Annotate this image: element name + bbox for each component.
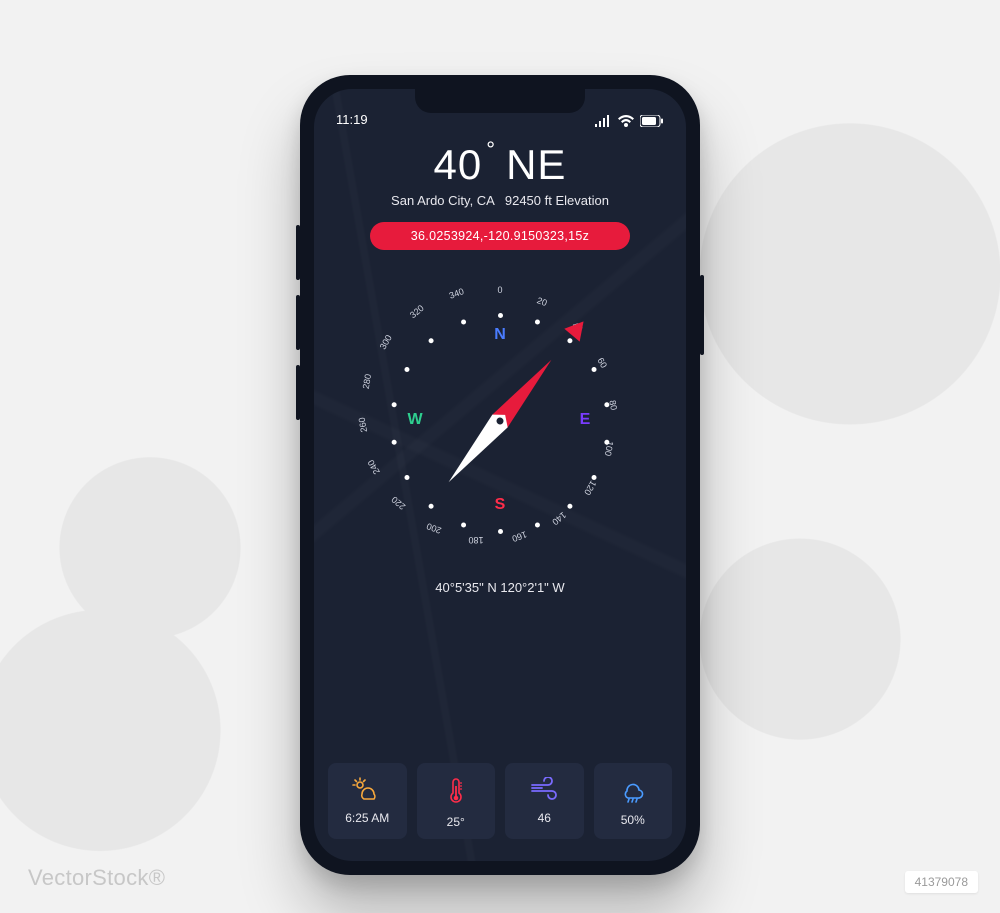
phone-frame: 11:19 40°NE San Ardo City, CA92450 ft El… — [300, 75, 700, 875]
location-elevation: 92450 ft Elevation — [505, 193, 609, 208]
wind-card[interactable]: 46 — [505, 763, 584, 839]
location-city: San Ardo City, CA — [391, 193, 495, 208]
cellular-icon — [594, 115, 612, 127]
image-id-badge: 41379078 — [905, 871, 978, 893]
app-screen: 11:19 40°NE San Ardo City, CA92450 ft El… — [314, 89, 686, 861]
thermometer-icon — [447, 777, 465, 805]
heading-direction: NE — [506, 141, 566, 189]
heading-readout: 40°NE — [434, 141, 567, 189]
rain-icon — [618, 777, 648, 803]
degree-symbol: ° — [486, 137, 496, 163]
wifi-icon — [618, 115, 634, 127]
vectorstock-watermark: VectorStock® — [28, 865, 165, 891]
phone-notch — [415, 89, 585, 113]
wind-value: 46 — [538, 811, 551, 825]
status-icons — [594, 115, 664, 127]
temperature-card[interactable]: 25° — [417, 763, 496, 839]
weather-card-row: 6:25 AM 25° 46 — [328, 763, 672, 839]
location-line: San Ardo City, CA 92450 ft Elevation — [314, 193, 686, 208]
temperature-value: 25° — [447, 815, 465, 829]
sunrise-value: 6:25 AM — [345, 811, 389, 825]
rain-card[interactable]: 50% — [594, 763, 673, 839]
sunrise-card[interactable]: 6:25 AM — [328, 763, 407, 839]
heading-degrees: 40 — [434, 141, 483, 189]
wind-icon — [529, 777, 559, 801]
rain-value: 50% — [621, 813, 645, 827]
compass[interactable]: 0204060801001201401601802002202402602803… — [355, 276, 645, 566]
sunrise-icon — [352, 777, 382, 801]
battery-icon — [640, 115, 664, 127]
clock: 11:19 — [336, 112, 368, 127]
